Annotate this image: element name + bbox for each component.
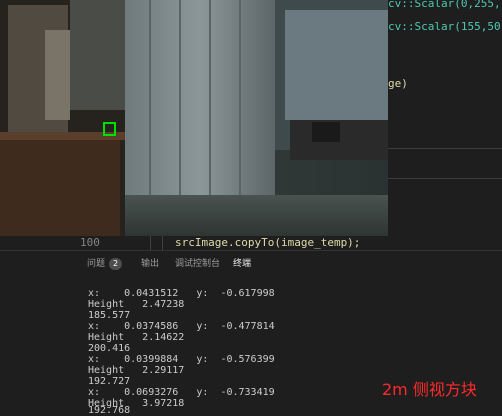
tab-output[interactable]: 输出 [141, 256, 159, 269]
terminal-line: x: 0.0431512 y: -0.617998 [88, 288, 275, 299]
tab-label: 终端 [233, 259, 252, 269]
tab-problems[interactable]: 问题 2 [87, 256, 123, 270]
tab-label: 调试控制台 [175, 259, 221, 269]
code-text: ge) [388, 77, 408, 90]
code-text: srcImage.copyTo(image_temp); [175, 236, 361, 249]
code-line-fragment[interactable]: ge) [388, 77, 408, 90]
code-text: cv::Scalar(155,50, [388, 20, 502, 33]
terminal-line: x: 0.0374586 y: -0.477814 [88, 321, 275, 332]
code-text: cv::Scalar(0,255, [388, 0, 501, 10]
terminal-line: x: 0.0693276 y: -0.733419 [88, 387, 275, 398]
terminal-line: Height 2.29117 [88, 365, 185, 376]
tab-label: 输出 [141, 259, 160, 269]
overlay-caption: 2m 侧视方块 [382, 380, 477, 399]
line-number: 100 [80, 236, 100, 249]
tab-debug-console[interactable]: 调试控制台 [175, 256, 220, 269]
camera-frame [0, 0, 388, 236]
terminal-line: 192.727 [88, 376, 131, 387]
editor-divider [388, 148, 502, 149]
editor-divider [388, 178, 502, 179]
terminal-line: 192.768 [88, 405, 131, 416]
panel-tab-bar: 问题 2 输出 调试控制台 终端 [0, 250, 502, 273]
tab-terminal[interactable]: 终端 [233, 256, 252, 273]
terminal-line: 200.416 [88, 343, 131, 354]
problems-count-badge: 2 [109, 258, 123, 270]
terminal-line: Height 2.14622 [88, 332, 185, 343]
terminal-line: x: 0.0399884 y: -0.576399 [88, 354, 275, 365]
tab-label: 问题 [87, 259, 106, 269]
code-line-scalar-1[interactable]: cv::Scalar(0,255, [388, 0, 501, 10]
code-line-copyto[interactable]: srcImage.copyTo(image_temp); [175, 236, 360, 249]
terminal-line: 185.577 [88, 310, 131, 321]
terminal-line: Height 2.47238 [88, 299, 185, 310]
code-line-scalar-2[interactable]: cv::Scalar(155,50, [388, 20, 502, 33]
camera-preview-window [0, 0, 388, 236]
